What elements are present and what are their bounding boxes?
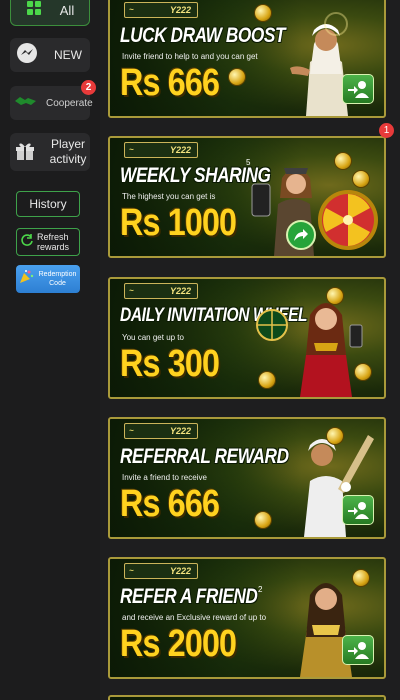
- coin-decoration: [254, 511, 272, 529]
- redemption-code-button[interactable]: Redemption Code: [16, 265, 80, 293]
- sidebar-item-label: Player activity: [49, 137, 87, 166]
- notification-badge: 1: [379, 123, 394, 138]
- brand-logo: ~ Y222: [124, 563, 198, 579]
- banner-subtitle: Invite a friend to receive: [122, 473, 207, 482]
- banner-weekly-sharing[interactable]: ~ Y222 WEEKLY SHARING 5 The highest you c…: [108, 136, 386, 258]
- handshake-icon: [14, 94, 38, 113]
- sidebar-item-cooperate[interactable]: Cooperate 2: [10, 80, 96, 120]
- sidebar-item-player-activity[interactable]: Player activity: [10, 133, 90, 171]
- superscript-number: 2: [258, 585, 263, 594]
- sidebar-item-all[interactable]: All: [10, 0, 90, 26]
- banner-subtitle: The highest you can get is: [122, 192, 216, 201]
- coin-decoration: [254, 4, 272, 22]
- banner-subtitle: You can get up to: [122, 333, 184, 342]
- refresh-icon: [20, 233, 34, 252]
- mini-wheel-icon: [256, 309, 288, 341]
- banner-daily-invitation-wheel[interactable]: ~ Y222 DAILY INVITATION WHEEL You can get…: [108, 277, 386, 399]
- banner-subtitle: and receive an Exclusive reward of up to: [122, 613, 267, 622]
- coin-decoration: [352, 170, 370, 188]
- history-button[interactable]: History: [16, 191, 80, 217]
- gift-icon: [14, 139, 36, 166]
- refresh-rewards-label: Refresh rewards: [37, 232, 70, 252]
- banner-amount: Rs 1000: [120, 202, 237, 244]
- banner-partial-next[interactable]: [108, 695, 386, 700]
- banner-title: REFER A FRIEND: [120, 585, 258, 608]
- coin-decoration: [258, 371, 276, 389]
- banner-amount: Rs 2000: [120, 623, 237, 665]
- invite-friend-icon: [342, 635, 374, 665]
- app-root: All NEW Cooperate 2 Player activity Hist…: [0, 0, 400, 700]
- invite-friend-icon: [342, 495, 374, 525]
- prize-wheel-icon: [318, 190, 378, 250]
- sidebar-item-label: NEW: [54, 48, 82, 62]
- party-popper-icon: [18, 269, 34, 290]
- banner-refer-a-friend[interactable]: ~ Y222 REFER A FRIEND 2 and receive an Ex…: [108, 557, 386, 679]
- coin-decoration: [334, 152, 352, 170]
- invite-friend-icon: [342, 74, 374, 104]
- brand-logo: ~ Y222: [124, 283, 198, 299]
- brand-logo: ~ Y222: [124, 2, 198, 18]
- banner-amount: Rs 300: [120, 343, 220, 385]
- sidebar-item-label: Cooperate: [46, 97, 93, 109]
- banner-subtitle: Invite friend to help to and you can get: [122, 52, 258, 61]
- banner-amount: Rs 666: [120, 483, 220, 525]
- notification-badge: 2: [81, 80, 96, 95]
- brand-logo: ~ Y222: [124, 423, 198, 439]
- messenger-icon: [16, 42, 38, 69]
- grid-icon: [26, 0, 42, 21]
- sidebar-item-new[interactable]: NEW: [10, 38, 90, 72]
- clock-ring-decoration: [324, 12, 348, 36]
- share-arrow-icon: [286, 220, 316, 250]
- banner-luck-draw-boost[interactable]: ~ Y222 LUCK DRAW BOOST Invite friend to h…: [108, 0, 386, 118]
- coin-decoration: [354, 363, 372, 381]
- refresh-rewards-button[interactable]: Refresh rewards: [16, 228, 80, 256]
- sidebar-item-label: All: [59, 2, 75, 18]
- coin-decoration: [228, 68, 246, 86]
- brand-logo: ~ Y222: [124, 142, 198, 158]
- banner-referral-reward[interactable]: ~ Y222 REFERRAL REWARD Invite a friend to…: [108, 417, 386, 539]
- banner-title: REFERRAL REWARD: [120, 445, 289, 468]
- coin-decoration: [326, 287, 344, 305]
- coin-decoration: [326, 427, 344, 445]
- banner-amount: Rs 666: [120, 62, 220, 104]
- sidebar: All NEW Cooperate 2 Player activity Hist…: [0, 0, 100, 700]
- coin-decoration: [352, 569, 370, 587]
- banner-title: LUCK DRAW BOOST: [120, 24, 286, 47]
- redemption-code-label: Redemption Code: [38, 271, 77, 287]
